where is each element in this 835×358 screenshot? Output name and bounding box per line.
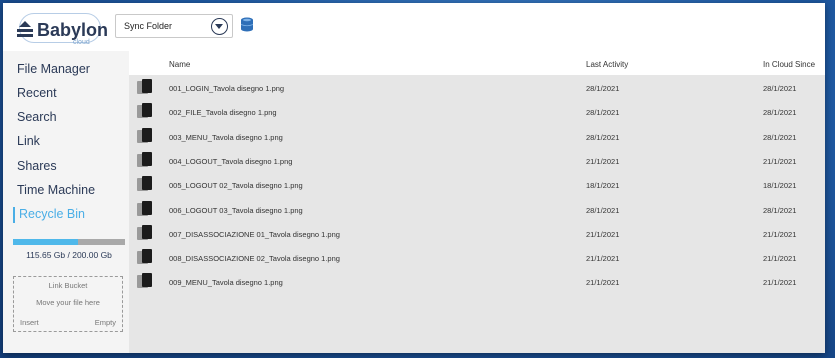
last-activity: 28/1/2021: [586, 132, 620, 142]
column-header-name[interactable]: Name: [169, 60, 190, 69]
last-activity: 28/1/2021: [586, 205, 620, 215]
last-activity: 21/1/2021: [586, 229, 620, 239]
file-name: 001_LOGIN_Tavola disegno 1.png: [169, 84, 285, 93]
table-row[interactable]: 008_DISASSOCIAZIONE 02_Tavola disegno 1.…: [129, 246, 825, 270]
last-activity: 28/1/2021: [586, 108, 620, 118]
file-icon: [137, 200, 153, 216]
in-cloud-since: 21/1/2021: [763, 156, 797, 166]
link-bucket-insert-button[interactable]: Insert: [20, 318, 39, 327]
last-activity: 21/1/2021: [586, 156, 620, 166]
in-cloud-since: 28/1/2021: [763, 132, 797, 142]
file-icon: [137, 249, 153, 265]
file-icon: [137, 224, 153, 240]
app-window: Babylon cloud Sync Folder File Manager R…: [3, 3, 825, 353]
in-cloud-since: 28/1/2021: [763, 84, 797, 93]
table-row[interactable]: 007_DISASSOCIAZIONE 01_Tavola disegno 1.…: [129, 222, 825, 246]
sidebar-item-link[interactable]: Link: [17, 134, 40, 148]
storage-quota-fill: [13, 239, 78, 245]
in-cloud-since: 21/1/2021: [763, 229, 797, 239]
babylon-logo[interactable]: Babylon cloud: [17, 13, 109, 47]
sidebar-item-time-machine[interactable]: Time Machine: [17, 183, 95, 197]
file-name: 007_DISASSOCIAZIONE 01_Tavola disegno 1.…: [169, 229, 340, 239]
last-activity: 21/1/2021: [586, 278, 620, 288]
file-name: 002_FILE_Tavola disegno 1.png: [169, 108, 277, 118]
brand-sub: cloud: [73, 39, 90, 46]
top-bar: Babylon cloud Sync Folder: [3, 3, 825, 51]
file-icon: [137, 273, 153, 289]
last-activity: 28/1/2021: [586, 84, 620, 93]
table-row[interactable]: 009_MENU_Tavola disegno 1.png 21/1/2021 21…: [129, 270, 825, 294]
folder-select[interactable]: Sync Folder: [115, 14, 233, 38]
last-activity: 21/1/2021: [586, 254, 620, 264]
table-row[interactable]: 001_LOGIN_Tavola disegno 1.png 28/1/2021 2…: [129, 76, 825, 100]
file-icon: [137, 176, 153, 192]
in-cloud-since: 28/1/2021: [763, 205, 797, 215]
table-row[interactable]: 003_MENU_Tavola disegno 1.png 28/1/2021 28…: [129, 125, 825, 149]
in-cloud-since: 28/1/2021: [763, 108, 797, 118]
file-icon: [137, 79, 153, 94]
file-name: 004_LOGOUT_Tavola disegno 1.png: [169, 156, 293, 166]
storage-quota-bar: [13, 239, 125, 245]
in-cloud-since: 21/1/2021: [763, 278, 797, 288]
last-activity: 18/1/2021: [586, 181, 620, 191]
file-icon: [137, 127, 153, 143]
link-bucket-hint: Move your file here: [36, 298, 100, 307]
column-header-in-cloud-since[interactable]: In Cloud Since: [763, 60, 815, 69]
in-cloud-since: 21/1/2021: [763, 254, 797, 264]
file-name: 008_DISASSOCIAZIONE 02_Tavola disegno 1.…: [169, 254, 340, 264]
sidebar-item-search[interactable]: Search: [17, 110, 57, 124]
sidebar: File Manager Recent Search Link Shares T…: [3, 51, 129, 353]
sidebar-item-recent[interactable]: Recent: [17, 86, 57, 100]
table-row[interactable]: 002_FILE_Tavola disegno 1.png 28/1/2021 28…: [129, 100, 825, 124]
column-header-last-activity[interactable]: Last Activity: [586, 60, 628, 69]
folder-select-value: Sync Folder: [124, 21, 173, 31]
file-name: 003_MENU_Tavola disegno 1.png: [169, 132, 283, 142]
table-row[interactable]: 006_LOGOUT 03_Tavola disegno 1.png 28/1/2…: [129, 198, 825, 222]
active-indicator: [13, 207, 15, 223]
file-name: 009_MENU_Tavola disegno 1.png: [169, 278, 283, 288]
database-icon[interactable]: [240, 17, 254, 33]
link-bucket-empty-button[interactable]: Empty: [95, 318, 116, 327]
file-name: 006_LOGOUT 03_Tavola disegno 1.png: [169, 205, 303, 215]
link-bucket-dropzone[interactable]: Link Bucket Move your file here Insert E…: [13, 276, 123, 332]
chevron-down-icon[interactable]: [211, 18, 228, 35]
table-header: Name Last Activity In Cloud Since: [129, 51, 825, 75]
pyramid-logo-icon: [17, 21, 33, 37]
file-table: Name Last Activity In Cloud Since 001_LO…: [129, 51, 825, 353]
table-row[interactable]: 004_LOGOUT_Tavola disegno 1.png 21/1/2021…: [129, 149, 825, 173]
link-bucket-title: Link Bucket: [48, 281, 88, 290]
in-cloud-since: 18/1/2021: [763, 181, 797, 191]
file-icon: [137, 151, 153, 167]
brand-name: Babylon: [37, 20, 109, 40]
sidebar-item-file-manager[interactable]: File Manager: [17, 62, 90, 76]
sidebar-item-shares[interactable]: Shares: [17, 159, 57, 173]
storage-quota-text: 115.65 Gb / 200.00 Gb: [26, 250, 112, 260]
file-icon: [137, 103, 153, 119]
sidebar-item-recycle-bin[interactable]: Recycle Bin: [19, 207, 85, 221]
table-row[interactable]: 005_LOGOUT 02_Tavola disegno 1.png 18/1/2…: [129, 173, 825, 197]
file-name: 005_LOGOUT 02_Tavola disegno 1.png: [169, 181, 303, 191]
